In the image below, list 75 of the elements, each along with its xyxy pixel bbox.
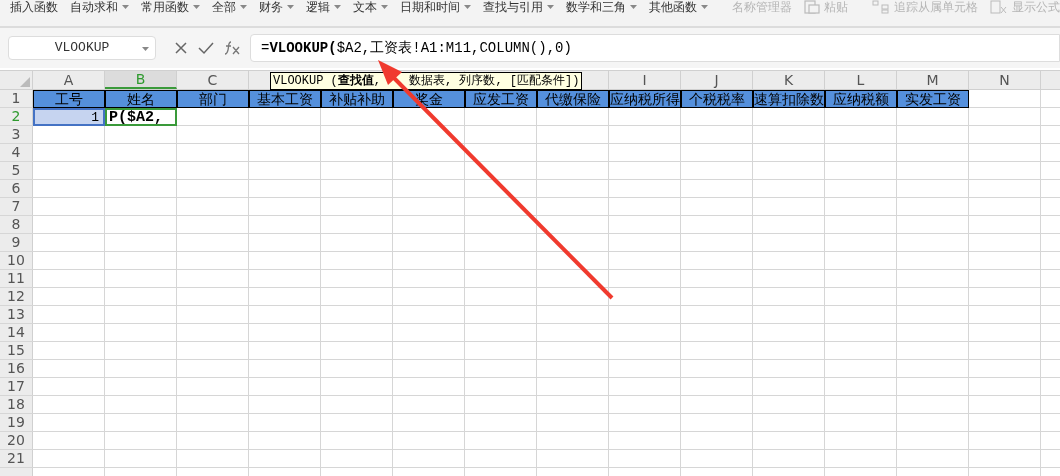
- caret-icon: [334, 5, 341, 9]
- formula-icon: [990, 0, 1008, 14]
- table-cell[interactable]: 工号: [33, 90, 105, 108]
- row-header[interactable]: 16: [0, 360, 33, 377]
- row-header[interactable]: 6: [0, 180, 33, 197]
- caret-icon: [547, 5, 554, 9]
- row-header[interactable]: 17: [0, 378, 33, 395]
- column-header[interactable]: K: [753, 71, 825, 89]
- row-header[interactable]: 14: [0, 324, 33, 341]
- ribbon-button[interactable]: 插入函数: [10, 0, 58, 14]
- row-header[interactable]: 8: [0, 216, 33, 233]
- table-cell[interactable]: 速算扣除数: [753, 90, 825, 108]
- ribbon-button[interactable]: 逻辑: [306, 0, 341, 14]
- formula-text: =VLOOKUP($A2,工资表!A1:M11,COLUMN(),0): [261, 38, 572, 58]
- row-header[interactable]: 15: [0, 342, 33, 359]
- table-cell[interactable]: 实发工资: [897, 90, 969, 108]
- row-header[interactable]: 11: [0, 270, 33, 287]
- column-header[interactable]: I: [609, 71, 681, 89]
- ribbon-button[interactable]: 数学和三角: [566, 0, 637, 14]
- ribbon-button[interactable]: 常用函数: [141, 0, 200, 14]
- ribbon-button[interactable]: 日期和时间: [400, 0, 471, 14]
- row-header[interactable]: 3: [0, 126, 33, 143]
- caret-icon: [142, 47, 149, 51]
- caret-icon: [701, 5, 708, 9]
- row-header[interactable]: 9: [0, 234, 33, 251]
- ribbon-button[interactable]: 全部: [212, 0, 247, 14]
- ribbon-button[interactable]: 文本: [353, 0, 388, 14]
- row-header[interactable]: 19: [0, 414, 33, 431]
- row-header[interactable]: 13: [0, 306, 33, 323]
- ribbon-button[interactable]: 财务: [259, 0, 294, 14]
- row-header[interactable]: 1: [0, 90, 33, 107]
- row-header[interactable]: 12: [0, 288, 33, 305]
- table-cell[interactable]: P($A2,: [105, 108, 177, 126]
- table-cell[interactable]: 个税税率: [681, 90, 753, 108]
- formula-field[interactable]: =VLOOKUP($A2,工资表!A1:M11,COLUMN(),0): [250, 34, 1060, 62]
- table-cell[interactable]: 补贴补助: [321, 90, 393, 108]
- caret-icon: [193, 5, 200, 9]
- caret-icon: [287, 5, 294, 9]
- ribbon-button[interactable]: 自动求和: [70, 0, 129, 14]
- table-cell[interactable]: 基本工资: [249, 90, 321, 108]
- row-header[interactable]: 10: [0, 252, 33, 269]
- tooltip-text: VLOOKUP (查找值,: [273, 73, 381, 90]
- column-header[interactable]: M: [897, 71, 969, 89]
- ribbon-button[interactable]: 其他函数: [649, 0, 708, 14]
- column-header[interactable]: C: [177, 71, 249, 89]
- row-header[interactable]: 7: [0, 198, 33, 215]
- cancel-icon[interactable]: [174, 41, 188, 55]
- caret-icon: [122, 5, 129, 9]
- row-header[interactable]: 4: [0, 144, 33, 161]
- table-cell[interactable]: 代缴保险: [537, 90, 609, 108]
- trace-icon: [872, 0, 890, 14]
- column-header[interactable]: L: [825, 71, 897, 89]
- row-header[interactable]: 18: [0, 396, 33, 413]
- ribbon-button[interactable]: 查找与引用: [483, 0, 554, 14]
- column-header[interactable]: J: [681, 71, 753, 89]
- caret-icon: [630, 5, 637, 9]
- tooltip-text: 数据表, 列序数, [匹配条件]): [409, 73, 580, 90]
- row-header[interactable]: 5: [0, 162, 33, 179]
- row-header[interactable]: 21: [0, 450, 33, 467]
- caret-icon: [240, 5, 247, 9]
- name-box-value: VLOOKUP: [54, 39, 110, 58]
- name-box[interactable]: VLOOKUP: [8, 36, 156, 60]
- column-header[interactable]: N: [969, 71, 1041, 89]
- table-cell[interactable]: 1: [33, 108, 105, 126]
- row-header[interactable]: 20: [0, 432, 33, 449]
- select-all-corner[interactable]: [20, 77, 30, 87]
- table-cell[interactable]: 应纳税额: [825, 90, 897, 108]
- caret-icon: [464, 5, 471, 9]
- check-icon[interactable]: [198, 41, 214, 55]
- table-cell[interactable]: 应纳税所得: [609, 90, 681, 108]
- table-cell[interactable]: 部门: [177, 90, 249, 108]
- table-cell[interactable]: 应发工资: [465, 90, 537, 108]
- table-cell[interactable]: 姓名: [105, 90, 177, 108]
- function-icon[interactable]: [224, 41, 242, 55]
- caret-icon: [381, 5, 388, 9]
